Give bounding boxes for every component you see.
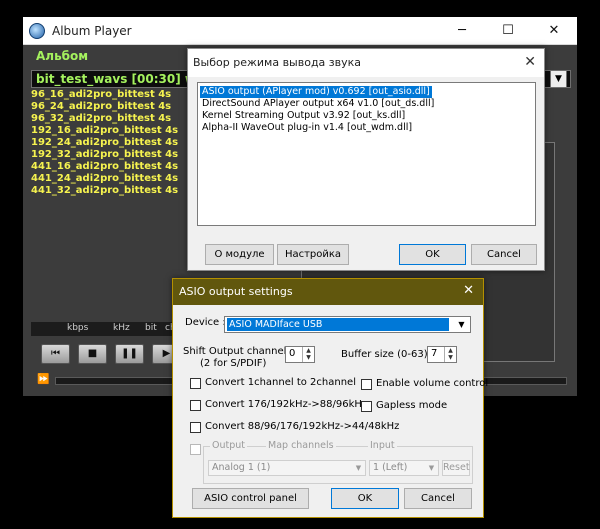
shift-output-stepper[interactable]: 0 ▲ ▼ — [285, 346, 315, 363]
chevron-down-icon: ▼ — [428, 464, 435, 472]
buffer-size-value: 7 — [431, 348, 438, 359]
current-track-text: bit_test_wavs [00:30] wa — [36, 72, 205, 86]
ok-button[interactable]: OK — [331, 488, 399, 509]
list-item[interactable]: 96_24_adi2pro_bittest 4s — [31, 101, 191, 113]
output-mode-titlebar: Выбор режима вывода звука ✕ — [188, 49, 544, 77]
list-item[interactable]: ASIO output (APlayer mod) v0.692 [out_as… — [200, 86, 432, 98]
list-item[interactable]: 96_32_adi2pro_bittest 4s — [31, 113, 191, 125]
ok-button[interactable]: OK — [399, 244, 466, 265]
device-select[interactable]: ASIO MADIface USB ▼ — [224, 316, 471, 333]
list-item[interactable]: Kernel Streaming Output v3.92 [out_ks.dl… — [200, 110, 407, 122]
input-channel-value: 1 (Left) — [373, 462, 408, 473]
map-channels-group: Output Map channels Input Analog 1 (1) ▼… — [203, 440, 473, 484]
list-item[interactable]: 192_32_adi2pro_bittest 4s — [31, 149, 191, 161]
album-label: Альбом — [36, 49, 89, 63]
khz-label: kHz — [113, 323, 130, 333]
device-label: Device : — [185, 317, 226, 328]
output-group-label: Output — [210, 440, 247, 451]
output-channel-value: Analog 1 (1) — [212, 462, 271, 473]
map-channels-label: Map channels — [266, 440, 336, 451]
track-dropdown-button[interactable]: ▼ — [550, 70, 567, 88]
shift-output-label: Shift Output channels : — [183, 346, 299, 357]
close-icon[interactable]: ✕ — [531, 17, 577, 45]
gapless-checkbox[interactable] — [361, 401, 372, 412]
output-mode-dialog: Выбор режима вывода звука ✕ ASIO output … — [187, 48, 545, 271]
list-item[interactable]: 192_16_adi2pro_bittest 4s — [31, 125, 191, 137]
minimize-icon[interactable]: ─ — [439, 17, 485, 45]
app-logo-icon — [29, 23, 45, 39]
input-group-label: Input — [368, 440, 397, 451]
list-item[interactable]: Alpha-II WaveOut plug-in v1.4 [out_wdm.d… — [200, 122, 414, 134]
asio-titlebar: ASIO output settings ✕ — [173, 279, 483, 305]
bit-label: bit — [145, 323, 157, 333]
spin-arrows-icon[interactable]: ▲ ▼ — [302, 347, 314, 362]
window-title: Album Player — [52, 24, 132, 38]
volume-control-checkbox[interactable] — [361, 379, 372, 390]
list-item[interactable]: 96_16_adi2pro_bittest 4s — [31, 89, 191, 101]
stream-info-bar: kbps kHz bit ch — [31, 322, 191, 336]
asio-settings-dialog: ASIO output settings ✕ Device : ASIO MAD… — [172, 278, 488, 518]
convert-1ch-label: Convert 1channel to 2channel — [205, 377, 356, 388]
device-value: ASIO MADIface USB — [227, 318, 449, 331]
spin-arrows-icon[interactable]: ▲ ▼ — [444, 347, 456, 362]
convert-176-checkbox[interactable] — [190, 400, 201, 411]
chevron-down-icon: ▼ — [355, 464, 362, 472]
chevron-down-icon: ▼ — [458, 320, 465, 329]
kbps-label: kbps — [67, 323, 89, 333]
output-channel-select[interactable]: Analog 1 (1) ▼ — [208, 460, 366, 476]
map-channels-checkbox[interactable] — [190, 444, 201, 455]
stop-button[interactable]: ■ — [78, 344, 107, 364]
convert-88-label: Convert 88/96/176/192kHz->44/48kHz — [205, 421, 400, 432]
previous-button[interactable]: ⏮ — [41, 344, 70, 364]
list-item[interactable]: 441_16_adi2pro_bittest 4s — [31, 161, 191, 173]
dialog-title: Выбор режима вывода звука — [193, 56, 362, 69]
list-item[interactable]: 441_24_adi2pro_bittest 4s — [31, 173, 191, 185]
close-icon[interactable]: ✕ — [463, 283, 474, 298]
list-item[interactable]: DirectSound APlayer output x64 v1.0 [out… — [200, 98, 436, 110]
track-list: 96_16_adi2pro_bittest 4s 96_24_adi2pro_b… — [31, 89, 191, 319]
maximize-icon[interactable]: ☐ — [485, 17, 531, 45]
cancel-button[interactable]: Cancel — [471, 244, 537, 265]
dialog-title: ASIO output settings — [179, 285, 293, 298]
volume-control-label: Enable volume control — [376, 378, 489, 389]
list-item[interactable]: 192_24_adi2pro_bittest 4s — [31, 137, 191, 149]
gapless-label: Gapless mode — [376, 400, 448, 411]
convert-88-checkbox[interactable] — [190, 422, 201, 433]
album-player-titlebar: Album Player ─ ☐ ✕ — [23, 17, 577, 45]
reset-button[interactable]: Reset — [442, 460, 470, 476]
close-icon[interactable]: ✕ — [524, 54, 536, 70]
cancel-button[interactable]: Cancel — [404, 488, 472, 509]
settings-button[interactable]: Настройка — [277, 244, 349, 265]
input-channel-select[interactable]: 1 (Left) ▼ — [369, 460, 439, 476]
shift-output-value: 0 — [289, 348, 296, 359]
pause-button[interactable]: ❚❚ — [115, 344, 144, 364]
fast-forward-icon[interactable]: ⏩ — [37, 374, 49, 385]
shift-output-hint: (2 for S/PDIF) — [200, 358, 267, 369]
about-module-button[interactable]: О модуле — [205, 244, 274, 265]
convert-176-label: Convert 176/192kHz->88/96kHz — [205, 399, 368, 410]
buffer-size-stepper[interactable]: 7 ▲ ▼ — [427, 346, 457, 363]
convert-1ch-checkbox[interactable] — [190, 378, 201, 389]
output-plugin-list[interactable]: ASIO output (APlayer mod) v0.692 [out_as… — [197, 82, 536, 226]
buffer-size-label: Buffer size (0-63) : — [341, 349, 435, 360]
asio-control-panel-button[interactable]: ASIO control panel — [192, 488, 309, 509]
list-item[interactable]: 441_32_adi2pro_bittest 4s — [31, 185, 191, 197]
